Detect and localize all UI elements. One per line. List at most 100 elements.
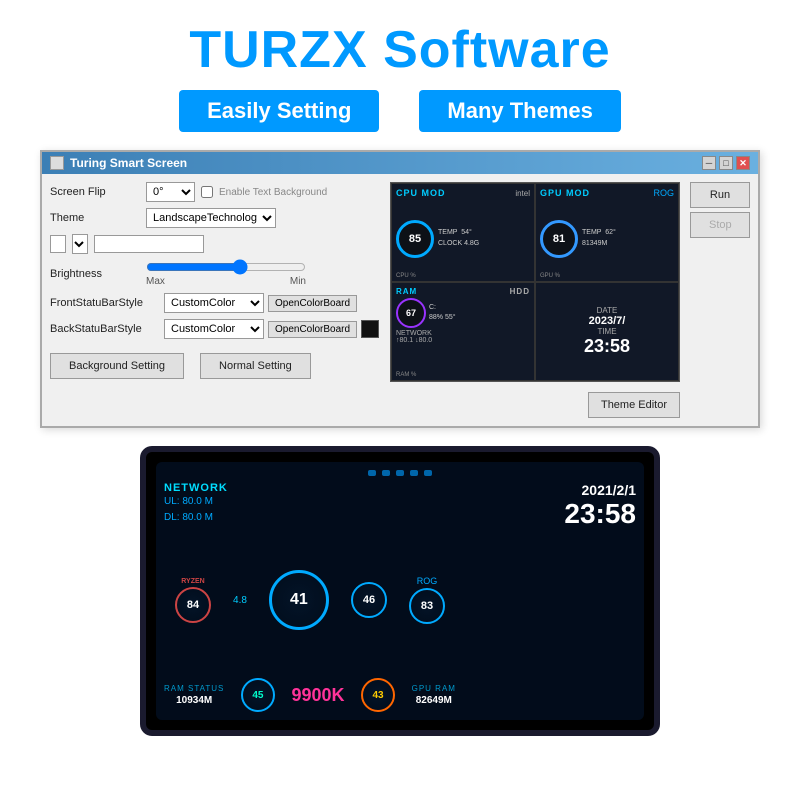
back-bar-color-btn[interactable]: OpenColorBoard — [268, 321, 357, 338]
gpu-label: GPU % — [540, 273, 560, 279]
ryzen-gauge: 84 — [175, 587, 211, 623]
screen-top-bar — [164, 470, 636, 476]
titlebar-left: Turing Smart Screen — [50, 156, 187, 170]
date-value: 2023/7/ — [589, 315, 626, 327]
cpu-temp: 54° — [461, 229, 472, 236]
left-panel: Screen Flip 0° 90° 180° 270° Enable Text… — [50, 182, 382, 418]
window-title: Turing Smart Screen — [70, 156, 187, 170]
minimize-button[interactable]: ─ — [702, 156, 716, 170]
ram-gauge-value: 67 — [406, 308, 416, 318]
ryzen-label: RYZEN — [181, 578, 204, 585]
back-bar-label: BackStatuBarStyle — [50, 323, 160, 335]
ram-status-label: RAM STATUS — [164, 684, 224, 693]
ryzen-gauge-wrap: RYZEN 84 — [175, 578, 211, 623]
window-titlebar: Turing Smart Screen ─ □ ✕ — [42, 152, 758, 174]
brightness-labels: Max Min — [146, 276, 306, 287]
ram-cell-header: RAM HDD — [396, 287, 530, 296]
gpu-stats: TEMP 62° 81349M — [582, 228, 616, 249]
long-input[interactable] — [94, 235, 204, 253]
screen-dot-2 — [382, 470, 390, 476]
screen-flip-label: Screen Flip — [50, 186, 140, 198]
close-button[interactable]: ✕ — [736, 156, 750, 170]
cpu-gauge-value: 85 — [409, 233, 421, 245]
theme-editor-container: Theme Editor — [390, 388, 680, 418]
screen-dot-3 — [396, 470, 404, 476]
main-big-gauge: 41 — [269, 570, 329, 630]
back-bar-select[interactable]: CustomColor Default — [164, 319, 264, 339]
gpu-sm-gauge: 46 — [351, 582, 387, 618]
ram-status-value: 10934M — [176, 695, 212, 706]
gpu-body: 81 TEMP 62° 81349M — [540, 200, 674, 277]
gpu-cell-header: GPU MOD ROG — [540, 188, 674, 198]
maximize-button[interactable]: □ — [719, 156, 733, 170]
gpu-title: GPU MOD — [540, 188, 590, 198]
front-bar-color-btn[interactable]: OpenColorBoard — [268, 295, 357, 312]
run-button[interactable]: Run — [690, 182, 750, 208]
front-bar-row: FrontStatuBarStyle CustomColor Default O… — [50, 293, 382, 313]
stop-button[interactable]: Stop — [690, 212, 750, 238]
rog-gauge: 83 — [409, 588, 445, 624]
cpu-brand: intel — [515, 189, 530, 198]
normal-setting-button[interactable]: Normal Setting — [200, 353, 311, 379]
gpu-brand: ROG — [653, 188, 674, 198]
cpu-model-value: 9900K — [291, 685, 344, 706]
gpu-gauge-value: 81 — [553, 233, 565, 245]
cpu-speed-wrap: 4.8 — [233, 595, 247, 606]
screen-inner: NETWORK UL: 80.0 M DL: 80.0 M RYZEN 84 — [156, 462, 644, 720]
screen-date: 2021/2/1 — [564, 482, 636, 498]
hdd-title: HDD — [510, 287, 530, 296]
screen-content: NETWORK UL: 80.0 M DL: 80.0 M RYZEN 84 — [164, 482, 636, 712]
gpu-vram: 81349M — [582, 240, 607, 247]
badge-many-themes: Many Themes — [419, 90, 621, 132]
ram-status-gauge: 45 — [241, 678, 275, 712]
gpu-gauge: 81 — [540, 220, 578, 258]
brightness-max-label: Max — [146, 276, 165, 287]
gpu-ram-gauge: 43 — [361, 678, 395, 712]
enable-text-bg-checkbox[interactable] — [201, 186, 213, 198]
cpu-model-item: 9900K — [291, 685, 344, 706]
screen-gauges-row: RYZEN 84 4.8 41 — [164, 570, 456, 630]
small-input[interactable] — [50, 235, 66, 253]
screen-dot-1 — [368, 470, 376, 476]
rog-label: ROG — [417, 576, 438, 586]
brightness-label: Brightness — [50, 268, 140, 280]
date-label: DATE — [597, 306, 618, 315]
brightness-row: Brightness Max Min — [50, 260, 382, 287]
badges-row: Easily Setting Many Themes — [179, 90, 621, 132]
main-title: TURZX Software — [189, 20, 610, 80]
preview-ram-cell: RAM HDD 67 C: 88% 55° — [391, 282, 535, 381]
front-bar-select[interactable]: CustomColor Default — [164, 293, 264, 313]
theme-editor-button[interactable]: Theme Editor — [588, 392, 680, 418]
theme-select[interactable]: LandscapeTechnology Portrait Dark — [146, 208, 276, 228]
hdd-stats: C: 88% 55° — [429, 303, 456, 323]
screen-dot-4 — [410, 470, 418, 476]
screen-bottom-row: RAM STATUS 10934M 45 9900K 43 GPU RAM 82 — [164, 678, 456, 712]
time-label: TIME — [597, 327, 616, 336]
gpu-gauge-wrap: 46 — [351, 582, 387, 618]
ram-label: RAM % — [396, 372, 416, 378]
background-setting-button[interactable]: Background Setting — [50, 353, 184, 379]
screen-flip-select[interactable]: 0° 90° 180° 270° — [146, 182, 195, 202]
color-preview-box — [361, 320, 379, 338]
ram-gauge: 67 — [396, 298, 426, 328]
network-section: NETWORK UL: 80.0 M DL: 80.0 M — [164, 482, 456, 526]
screen-flip-row: Screen Flip 0° 90° 180° 270° Enable Text… — [50, 182, 382, 202]
rog-gauge-wrap: ROG 83 — [409, 576, 445, 624]
brightness-slider[interactable] — [146, 260, 306, 274]
screen-time: 23:58 — [564, 498, 636, 530]
gpu-ram-value: 82649M — [416, 695, 452, 706]
right-panel: CPU MOD intel 85 TEMP 54° CLOCK 4.8G — [390, 182, 750, 418]
window-icon — [50, 156, 64, 170]
preview-display: CPU MOD intel 85 TEMP 54° CLOCK 4.8G — [390, 182, 680, 382]
gpu-ram-label: GPU RAM — [412, 684, 456, 693]
screen-network-title: NETWORK — [164, 482, 456, 494]
small-select[interactable] — [72, 234, 88, 254]
ram-mini-row: 67 C: 88% 55° — [396, 298, 530, 328]
brightness-min-label: Min — [290, 276, 306, 287]
window-controls: ─ □ ✕ — [702, 156, 750, 170]
cpu-title: CPU MOD — [396, 188, 446, 198]
preview-gpu-cell: GPU MOD ROG 81 TEMP 62° 81349M — [535, 183, 679, 282]
cpu-speed-value: 4.8 — [233, 595, 247, 606]
network-row: NETWORK ↑80.1 ↓80.0 — [396, 330, 530, 344]
cpu-gauge: 85 — [396, 220, 434, 258]
